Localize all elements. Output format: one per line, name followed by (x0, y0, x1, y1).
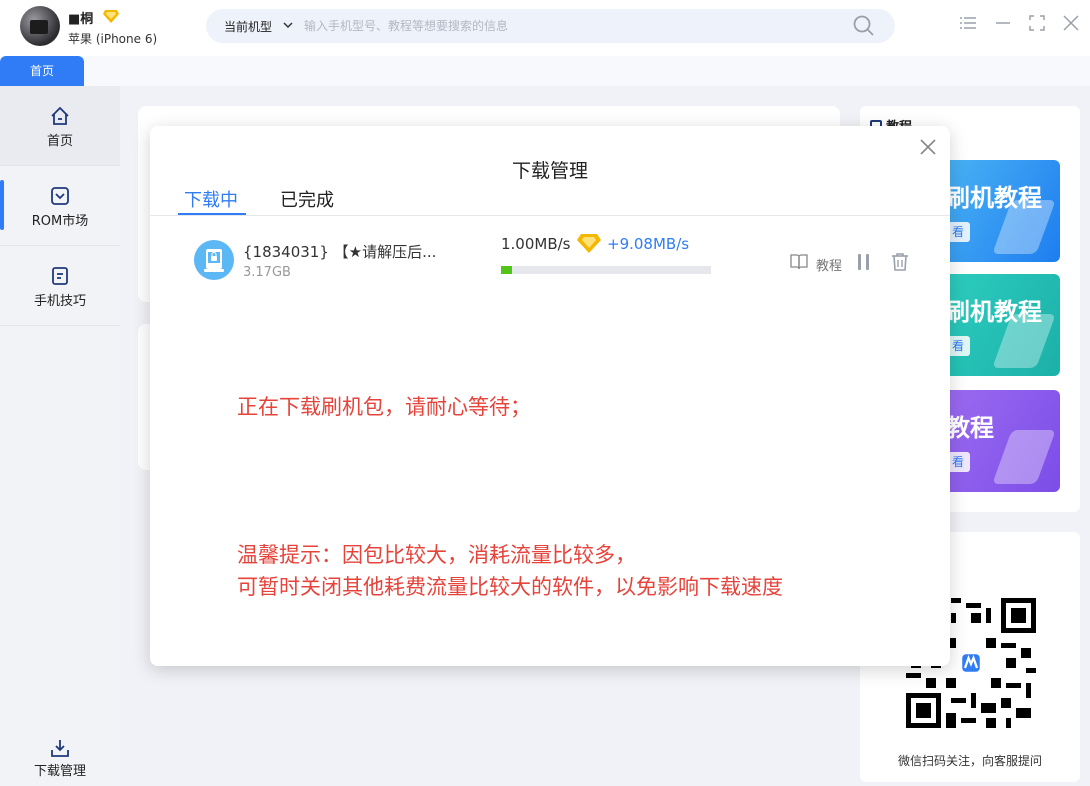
sidebar-item-label: 手机技巧 (33, 294, 86, 309)
user-name: ■桐 (68, 12, 94, 27)
tip-note: 温馨提示：因包比较大，消耗流量比较多， (237, 543, 636, 567)
download-speed: 1.00MB/s (501, 235, 571, 253)
sidebar-item-rom-market[interactable]: ROM市场 (0, 166, 120, 246)
phone-illustration (992, 430, 1056, 484)
avatar[interactable] (20, 6, 60, 46)
sidebar-item-download[interactable]: 下载管理 (0, 736, 120, 786)
dialog-title: 下载管理 (511, 160, 588, 182)
model-selector[interactable]: 当前机型 (224, 18, 272, 35)
qr-caption: 微信扫码关注，向客服提问 (897, 754, 1042, 768)
download-item-size: 3.17GB (243, 265, 291, 280)
tab-finished[interactable]: 已完成 (280, 186, 334, 212)
trash-icon[interactable] (890, 252, 910, 272)
user-device: 苹果 (iPhone 6) (68, 32, 158, 46)
rom-market-icon (51, 187, 69, 205)
sidebar: 首页 ROM市场 手机技巧 下载管理 (0, 86, 120, 786)
tab-downloading[interactable]: 下载中 (184, 186, 238, 212)
minimize-icon[interactable] (992, 12, 1014, 34)
download-progress-bar (501, 266, 711, 274)
download-icon (51, 740, 69, 757)
search-icon[interactable] (852, 14, 876, 38)
tab-row: 首页 (0, 56, 1090, 86)
top-bar: ■桐 苹果 (iPhone 6) 当前机型 (0, 0, 1090, 56)
downloading-note: 正在下载刷机包，请耐心等待； (237, 395, 531, 419)
sidebar-item-label: 首页 (46, 134, 73, 149)
sidebar-item-phone-tips[interactable]: 手机技巧 (0, 246, 120, 326)
tutorial-link[interactable]: 教程 (816, 255, 842, 274)
close-icon[interactable] (918, 137, 938, 157)
search-box: 当前机型 (206, 9, 895, 43)
close-window-icon[interactable] (1060, 12, 1082, 34)
vip-boost-speed: +9.08MB/s (607, 235, 690, 253)
home-icon (51, 106, 69, 125)
download-manager-dialog: 下载管理 下载中 已完成 {1834031} 【★请解压后... 3.17GB … (150, 126, 950, 666)
vip-diamond-icon (103, 10, 119, 23)
menu-icon[interactable] (958, 12, 980, 34)
divider (150, 215, 950, 216)
chevron-down-icon[interactable] (282, 19, 294, 31)
book-icon[interactable] (790, 253, 808, 271)
rom-package-icon (194, 240, 234, 280)
search-input[interactable] (304, 15, 824, 37)
pause-icon[interactable] (854, 252, 874, 272)
sidebar-item-label: ROM市场 (31, 214, 89, 229)
vip-diamond-icon (577, 234, 601, 253)
tip-note: 可暂时关闭其他耗费流量比较大的软件，以免影响下载速度 (237, 575, 783, 599)
tab-home[interactable]: 首页 (0, 56, 84, 86)
download-item-name: {1834031} 【★请解压后... (243, 243, 437, 261)
sidebar-item-home[interactable]: 首页 (0, 86, 120, 166)
phone-tips-icon (52, 267, 68, 285)
maximize-icon[interactable] (1026, 12, 1048, 34)
sidebar-item-label: 下载管理 (33, 764, 86, 779)
download-progress-fill (501, 266, 512, 274)
